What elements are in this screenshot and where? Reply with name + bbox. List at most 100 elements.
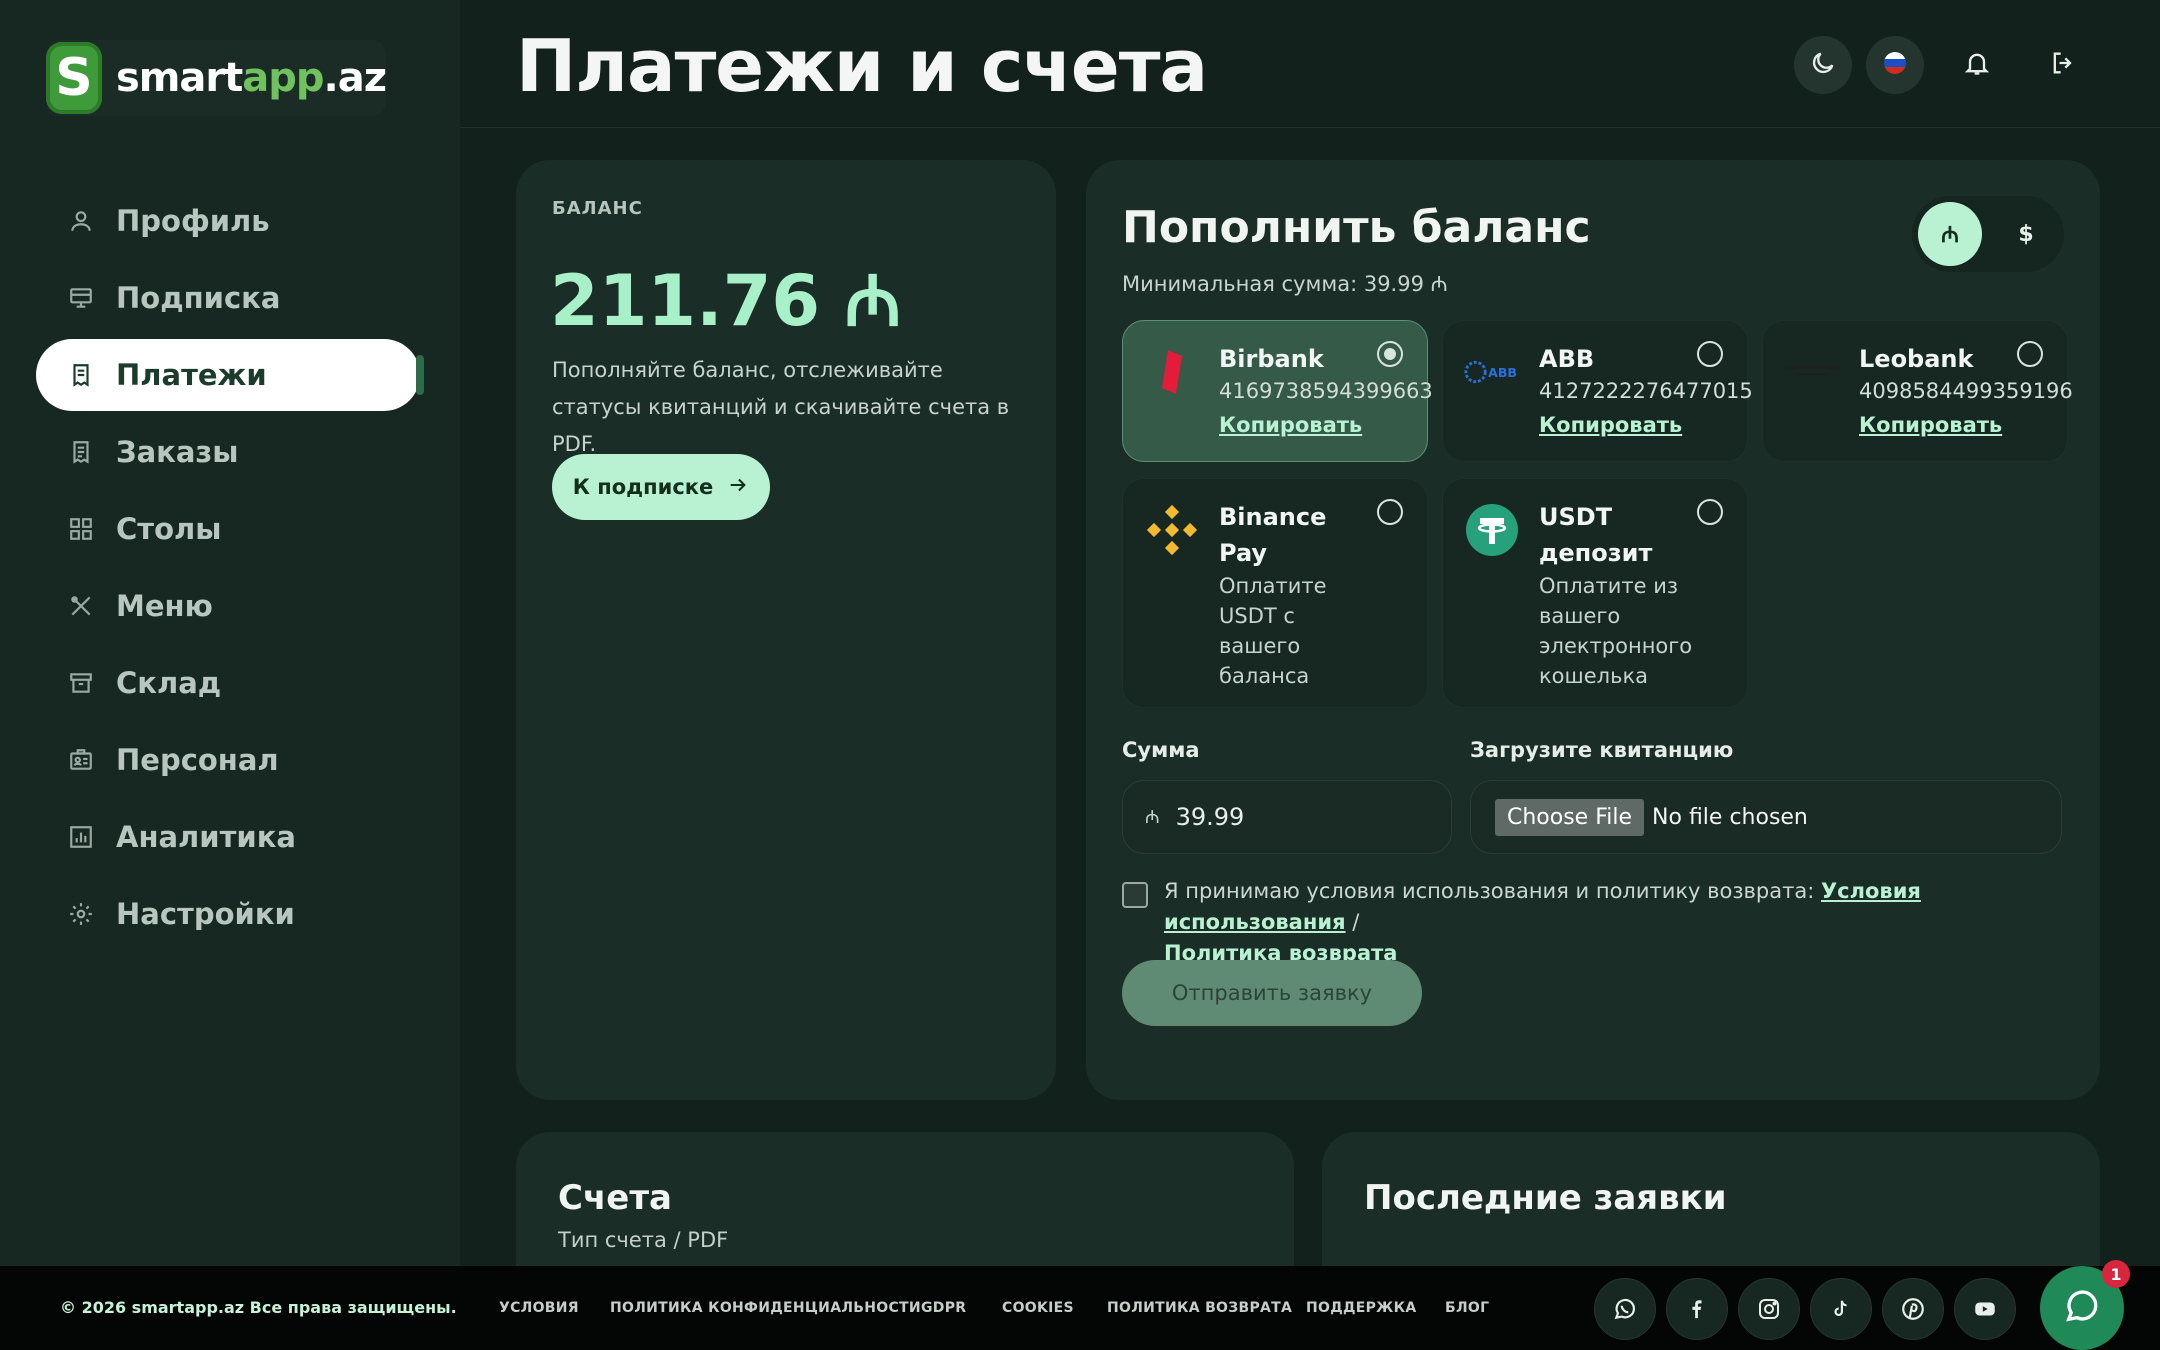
payment-method-abb[interactable]: ABB ABB 4127222276477015 Копировать [1442, 320, 1753, 462]
grid-icon [66, 514, 96, 544]
payment-method-leobank[interactable]: Leobank 4098584499359196 Копировать [1762, 320, 2073, 462]
payment-description: Оплатите USDT с вашего баланса [1219, 574, 1327, 688]
payment-method-binance-pay[interactable]: Binance Pay Оплатите USDT с вашего баланс… [1122, 478, 1428, 708]
sidebar-item-warehouse[interactable]: Склад [36, 647, 420, 719]
sidebar-item-menu[interactable]: Меню [36, 570, 420, 642]
payment-method-usdt[interactable]: USDT депозит Оплатите из вашего электронн… [1442, 478, 1748, 708]
payment-radio[interactable] [1697, 499, 1723, 525]
footer-link-gdpr[interactable]: GDPR [921, 1300, 966, 1316]
subscription-icon [66, 283, 96, 313]
page-title: Платежи и счета [516, 24, 1208, 108]
copy-link[interactable]: Копировать [1859, 413, 2002, 437]
theme-toggle-button[interactable] [1794, 36, 1852, 94]
tiktok-icon[interactable] [1810, 1278, 1872, 1340]
sidebar-item-label: Заказы [116, 435, 239, 469]
payment-radio[interactable] [2017, 341, 2043, 367]
utensils-icon [66, 591, 96, 621]
payment-radio[interactable] [1377, 341, 1403, 367]
copy-link[interactable]: Копировать [1539, 413, 1682, 437]
user-icon [66, 206, 96, 236]
footer-link-cookies[interactable]: COOKIES [1002, 1300, 1074, 1316]
footer-link-support[interactable]: ПОДДЕРЖКА [1306, 1300, 1417, 1316]
payment-radio[interactable] [1377, 499, 1403, 525]
topup-title: Пополнить баланс [1122, 202, 1591, 253]
amount-value: 39.99 [1175, 803, 1245, 831]
sidebar-item-label: Склад [116, 666, 222, 700]
payment-method-birbank[interactable]: Birbank 4169738594399663 Копировать [1122, 320, 1433, 462]
sidebar-item-orders[interactable]: Заказы [36, 416, 420, 488]
tether-logo-icon [1463, 501, 1521, 559]
bell-icon [1963, 49, 1991, 81]
topup-card: Пополнить баланс Минимальная сумма: 39.9… [1086, 160, 2100, 1100]
upload-label: Загрузите квитанцию [1470, 738, 1734, 762]
copyright: © 2026 smartapp.az Все права защищены. [60, 1298, 457, 1317]
top-bar: Платежи и счета [460, 0, 2160, 128]
sidebar-item-payments[interactable]: Платежи [36, 339, 424, 411]
go-to-subscription-button[interactable]: К подписке [552, 454, 770, 520]
payment-name: USDT депозит [1539, 503, 1653, 567]
birbank-logo-icon [1143, 343, 1201, 401]
receipt-icon [66, 360, 96, 390]
balance-label: БАЛАНС [552, 198, 643, 219]
payment-name: ABB [1539, 345, 1595, 373]
orders-icon [66, 437, 96, 467]
russia-flag-icon [1883, 51, 1907, 79]
instagram-icon[interactable] [1738, 1278, 1800, 1340]
footer-link-privacy[interactable]: ПОЛИТИКА КОНФИДЕНЦИАЛЬНОСТИ [610, 1300, 921, 1316]
amount-label: Сумма [1122, 738, 1200, 762]
sidebar-item-label: Подписка [116, 281, 281, 315]
recent-requests-title: Последние заявки [1364, 1178, 1727, 1218]
archive-icon [66, 668, 96, 698]
binance-logo-icon [1143, 501, 1201, 559]
moon-icon [1809, 49, 1837, 81]
copy-link[interactable]: Копировать [1219, 413, 1362, 437]
invoices-title: Счета [558, 1178, 673, 1218]
youtube-icon[interactable] [1954, 1278, 2016, 1340]
sidebar-item-profile[interactable]: Профиль [36, 185, 420, 257]
payment-radio[interactable] [1697, 341, 1723, 367]
sidebar-item-settings[interactable]: Настройки [36, 878, 420, 950]
chat-notification-badge: 1 [2102, 1260, 2130, 1288]
facebook-icon[interactable] [1666, 1278, 1728, 1340]
footer-link-blog[interactable]: БЛОГ [1445, 1300, 1489, 1316]
language-button[interactable] [1866, 36, 1924, 94]
sidebar-item-label: Платежи [116, 358, 267, 392]
sidebar-nav: Профиль Подписка Платежи Заказы Столы Ме… [36, 185, 424, 955]
sidebar-item-tables[interactable]: Столы [36, 493, 420, 565]
gear-icon [66, 899, 96, 929]
sidebar-item-label: Настройки [116, 897, 295, 931]
footer: © 2026 smartapp.az Все права защищены. У… [0, 1266, 2160, 1350]
sidebar-item-label: Столы [116, 512, 222, 546]
id-card-icon [66, 745, 96, 775]
sidebar-item-subscription[interactable]: Подписка [36, 262, 420, 334]
terms-checkbox[interactable] [1122, 882, 1148, 908]
file-status: No file chosen [1652, 804, 1808, 830]
receipt-file-input[interactable]: Choose File No file chosen [1470, 780, 2062, 854]
footer-link-refund[interactable]: ПОЛИТИКА ВОЗВРАТА [1107, 1300, 1292, 1316]
balance-description: Пополняйте баланс, отслеживайте статусы … [552, 358, 1010, 456]
arrow-right-icon [727, 474, 749, 501]
pinterest-icon[interactable] [1882, 1278, 1944, 1340]
sidebar-item-staff[interactable]: Персонал [36, 724, 420, 796]
sidebar-item-analytics[interactable]: Аналитика [36, 801, 420, 873]
brand-logo[interactable]: S smartapp.az [46, 40, 387, 116]
whatsapp-icon[interactable] [1594, 1278, 1656, 1340]
notifications-button[interactable] [1948, 36, 2006, 94]
currency-azn-option[interactable]: ₼ [1918, 202, 1982, 266]
submit-request-button[interactable]: Отправить заявку [1122, 960, 1422, 1026]
amount-input[interactable]: ₼ 39.99 [1122, 780, 1452, 854]
logout-icon [2049, 49, 2077, 81]
payment-name: Birbank [1219, 345, 1324, 373]
payment-name: Leobank [1859, 345, 1974, 373]
footer-link-terms[interactable]: УСЛОВИЯ [499, 1300, 579, 1316]
logo-badge-icon: S [46, 42, 102, 114]
svg-text:ABB: ABB [1488, 365, 1517, 380]
abb-logo-icon: ABB [1463, 343, 1521, 401]
currency-usd-option[interactable]: $ [1994, 202, 2058, 266]
chat-bubble-icon [2062, 1286, 2102, 1330]
terms-text: Я принимаю условия использования и полит… [1164, 879, 1921, 965]
choose-file-button[interactable]: Choose File [1495, 798, 1645, 836]
sidebar-item-label: Профиль [116, 204, 270, 238]
sidebar: S smartapp.az Профиль Подписка Платежи З… [0, 0, 460, 1266]
logout-button[interactable] [2034, 36, 2092, 94]
